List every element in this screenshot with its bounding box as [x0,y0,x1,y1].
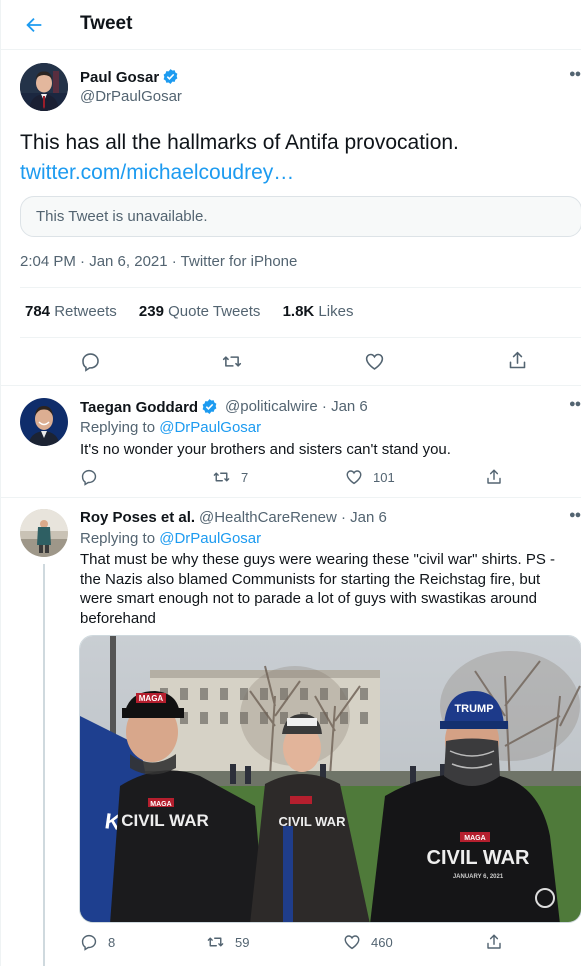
cap-right-text: TRUMP [454,703,493,715]
shirt-left-tag: MAGA [150,801,171,808]
avatar[interactable] [20,398,68,446]
quoted-tweet-unavailable: This Tweet is unavailable. [20,196,581,237]
heart-icon [346,470,362,485]
replying-to-handle[interactable]: @DrPaulGosar [159,530,261,547]
reply-author-name[interactable]: Roy Poses et al. [80,509,195,526]
reply-icon [82,353,99,372]
arrow-left-icon[interactable] [23,14,47,36]
divider [20,287,581,288]
quote-tweets-stat[interactable]: 239 Quote Tweets [139,303,260,320]
share-icon [487,934,501,949]
replying-to: Replying to @DrPaulGosar [80,419,262,436]
tweet-text: This has all the hallmarks of Antifa pro… [20,131,459,154]
like-button[interactable]: 460 [343,933,393,951]
share-icon [509,351,526,369]
reply-button[interactable]: 8 [80,933,115,951]
tweet-timestamp[interactable]: 2:04 PM · Jan 6, 2021 · Twitter for iPho… [20,253,297,270]
share-button[interactable] [485,468,503,486]
reply-button[interactable] [80,351,101,372]
divider [1,497,581,498]
cap-left-text: MAGA [139,694,164,703]
share-button[interactable] [507,350,528,371]
reply-icon [81,469,97,486]
likes-stat[interactable]: 1.8K Likes [283,303,354,320]
attached-photo[interactable]: KE MAGA MAGA CIVIL WAR CIVIL WAR [79,635,581,923]
retweet-icon [222,356,242,367]
retweet-count: 59 [235,934,250,950]
shirt-right-text: CIVIL WAR [427,847,531,869]
retweet-button[interactable]: 7 [212,468,248,486]
thread-connector [43,564,45,966]
avatar[interactable] [20,63,68,111]
avatar[interactable] [20,509,68,557]
reply-text: That must be why these guys were wearing… [80,551,555,627]
author-name[interactable]: Paul Gosar [80,68,179,86]
reply-button[interactable] [80,468,108,486]
reply-handle-date[interactable]: @HealthCareRenew · Jan 6 [199,509,387,526]
retweet-button[interactable]: 59 [206,933,249,951]
page-header: Tweet [1,0,581,50]
reply-icon [81,934,97,951]
retweet-icon [207,937,224,947]
shirt-right-date: JANUARY 6, 2021 [453,874,504,880]
heart-icon [344,935,360,950]
retweet-icon [213,472,230,482]
more-options-icon[interactable]: ●● [569,68,581,80]
verified-badge-icon [163,69,178,84]
page-title: Tweet [80,13,133,34]
like-count: 101 [373,469,395,485]
replying-to-handle[interactable]: @DrPaulGosar [159,419,261,436]
more-options-icon[interactable]: ●● [569,509,581,521]
divider [1,385,581,386]
author-handle[interactable]: @DrPaulGosar [80,88,182,105]
like-button[interactable]: 101 [345,468,395,486]
share-button[interactable] [485,933,503,951]
replying-to: Replying to @DrPaulGosar [80,530,262,547]
more-options-icon[interactable]: ●● [569,398,581,410]
retweet-button[interactable] [221,351,243,372]
retweet-count: 7 [241,469,249,485]
tweet-page: Tweet Paul Gosar @DrPaulGosar ●● This ha… [0,0,581,966]
retweets-stat[interactable]: 784 Retweets [25,303,117,320]
verified-badge-icon [202,399,217,414]
reply-author-name[interactable]: Taegan Goddard [80,398,218,416]
tweet-link[interactable]: twitter.com/michaelcoudrey… [20,158,294,187]
like-button[interactable] [364,351,385,372]
reply-text: It's no wonder your brothers and sisters… [80,441,451,458]
reply-count: 8 [108,934,116,950]
heart-icon [365,353,384,370]
share-icon [487,469,501,484]
like-count: 460 [371,934,393,950]
divider [20,337,581,338]
shirt-right-tag: MAGA [464,835,485,842]
shirt-left-text: CIVIL WAR [121,811,209,830]
reply-handle-date[interactable]: @politicalwire · Jan 6 [225,398,368,415]
tweet-stats: 784 Retweets 239 Quote Tweets 1.8K Likes [25,303,371,320]
